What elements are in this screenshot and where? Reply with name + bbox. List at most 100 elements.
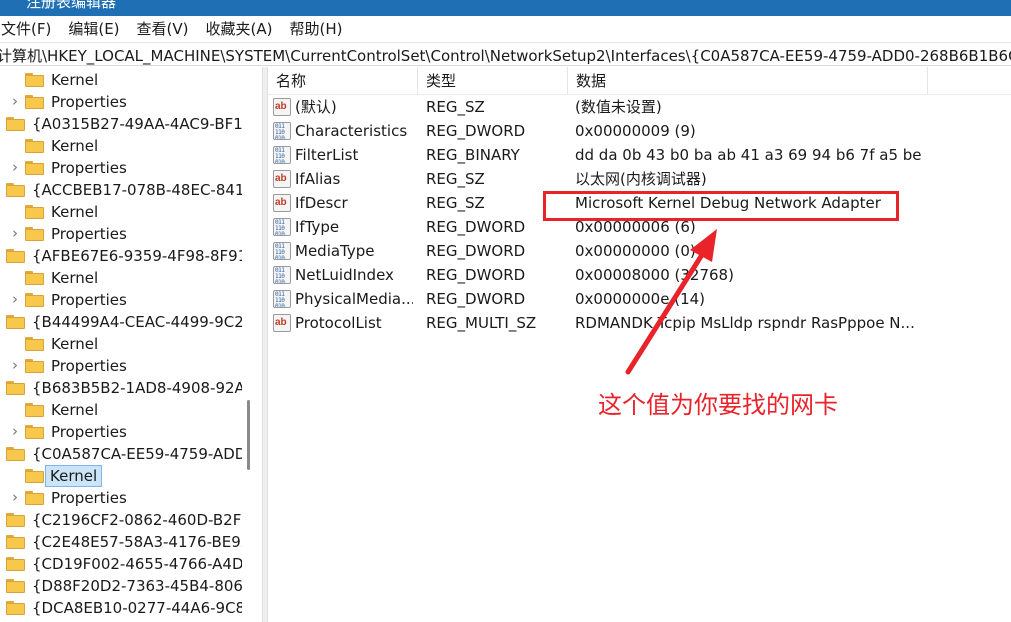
- value-name: NetLuidIndex: [295, 266, 394, 284]
- menu-bar: 文件(F) 编辑(E) 查看(V) 收藏夹(A) 帮助(H): [0, 16, 1011, 41]
- column-header-type[interactable]: 类型: [418, 67, 568, 95]
- chevron-right-icon[interactable]: ›: [12, 160, 22, 175]
- value-row[interactable]: ab IfAlias REG_SZ 以太网(内核调试器): [268, 167, 1011, 191]
- menu-view[interactable]: 查看(V): [134, 18, 197, 39]
- tree-node-label: Properties: [51, 225, 127, 243]
- tree-node[interactable]: Kernel: [0, 135, 242, 157]
- tree-node[interactable]: Kernel: [0, 267, 242, 289]
- tree-node-label: {A0315B27-49AA-4AC9-BF1F: [32, 115, 242, 133]
- tree-node[interactable]: Kernel: [0, 465, 242, 487]
- menu-favorites[interactable]: 收藏夹(A): [203, 18, 281, 39]
- chevron-right-icon[interactable]: ›: [12, 358, 22, 373]
- tree-node[interactable]: › Properties: [0, 355, 242, 377]
- folder-icon: [6, 557, 25, 571]
- tree-node-label: Properties: [51, 423, 127, 441]
- value-type: REG_SZ: [426, 98, 485, 116]
- values-list: 名称 类型 数据 ab (默认) REG_SZ (数值未设置) 011 110 010 Cha…: [268, 67, 1011, 622]
- tree-node[interactable]: {D88F20D2-7363-45B4-806E-: [0, 575, 242, 597]
- tree-node[interactable]: Kernel: [0, 333, 242, 355]
- folder-icon: [25, 293, 44, 307]
- value-type: REG_SZ: [426, 194, 485, 212]
- binary-value-icon: 011 110 010: [273, 122, 291, 140]
- tree-node[interactable]: Kernel: [0, 69, 242, 91]
- chevron-right-icon[interactable]: ›: [12, 292, 22, 307]
- value-data: 0x00000000 (0): [575, 242, 696, 260]
- address-bar[interactable]: 计算机\HKEY_LOCAL_MACHINE\SYSTEM\CurrentCon…: [0, 42, 1011, 66]
- value-row[interactable]: 011 110 010 FilterList REG_BINARY dd da 0b 43…: [268, 143, 1011, 167]
- tree-node-label: {C0A587CA-EE59-4759-ADD(: [32, 445, 242, 463]
- value-name: IfType: [295, 218, 340, 236]
- tree-node[interactable]: {B44499A4-CEAC-4499-9C2F: [0, 311, 242, 333]
- value-type: REG_DWORD: [426, 122, 526, 140]
- tree-node[interactable]: › Properties: [0, 91, 242, 113]
- tree-node[interactable]: › Properties: [0, 421, 242, 443]
- tree-node-label: Properties: [51, 357, 127, 375]
- tree-node[interactable]: {CD19F002-4655-4766-A4D4: [0, 553, 242, 575]
- value-row[interactable]: 011 110 010 NetLuidIndex REG_DWORD 0x00008000…: [268, 263, 1011, 287]
- value-data: 0x0000000e (14): [575, 290, 706, 308]
- value-name: IfAlias: [295, 170, 341, 188]
- tree-node-label: Kernel: [51, 71, 99, 89]
- tree-node[interactable]: {C2196CF2-0862-460D-B2F8-: [0, 509, 242, 531]
- tree-node[interactable]: {B683B5B2-1AD8-4908-92AF: [0, 377, 242, 399]
- column-header-data[interactable]: 数据: [568, 67, 928, 95]
- value-row[interactable]: 011 110 010 Characteristics REG_DWORD 0x00000…: [268, 119, 1011, 143]
- binary-value-icon: 011 110 010: [273, 290, 291, 308]
- tree-node[interactable]: {C0A587CA-EE59-4759-ADD(: [0, 443, 242, 465]
- tree-node-label: Kernel: [51, 401, 99, 419]
- value-data: 以太网(内核调试器): [575, 170, 707, 188]
- folder-icon: [25, 469, 44, 483]
- tree-node-label: {CD19F002-4655-4766-A4D4: [32, 555, 242, 573]
- folder-icon: [6, 535, 25, 549]
- registry-tree[interactable]: Kernel › Properties {A0315B27-49AA-4AC9-BF1…: [0, 67, 242, 622]
- tree-node-label: {C2E48E57-58A3-4176-BE95-: [32, 533, 242, 551]
- value-type: REG_MULTI_SZ: [426, 314, 537, 332]
- value-name: PhysicalMedia...: [295, 290, 413, 308]
- tree-node-label: Properties: [51, 159, 127, 177]
- menu-help[interactable]: 帮助(H): [286, 18, 350, 39]
- value-data: 0x00008000 (32768): [575, 266, 734, 284]
- column-header-name[interactable]: 名称: [268, 67, 418, 95]
- chevron-right-icon[interactable]: ›: [12, 94, 22, 109]
- folder-icon: [6, 315, 25, 329]
- folder-icon: [25, 139, 44, 153]
- tree-scrollbar[interactable]: [247, 400, 250, 470]
- tree-node[interactable]: {A0315B27-49AA-4AC9-BF1F: [0, 113, 242, 135]
- tree-node[interactable]: Kernel: [0, 399, 242, 421]
- tree-node[interactable]: {ACCBEB17-078B-48EC-841D: [0, 179, 242, 201]
- value-type: REG_DWORD: [426, 218, 526, 236]
- string-value-icon: ab: [273, 98, 291, 116]
- chevron-right-icon[interactable]: ›: [12, 490, 22, 505]
- menu-edit[interactable]: 编辑(E): [65, 18, 127, 39]
- chevron-right-icon[interactable]: ›: [12, 226, 22, 241]
- value-row[interactable]: 011 110 010 PhysicalMedia... REG_DWORD 0x0000…: [268, 287, 1011, 311]
- chevron-right-icon[interactable]: ›: [12, 424, 22, 439]
- tree-node[interactable]: {DCA8EB10-0277-44A6-9C8B: [0, 597, 242, 619]
- folder-icon: [25, 205, 44, 219]
- folder-icon: [25, 271, 44, 285]
- value-row[interactable]: ab (默认) REG_SZ (数值未设置): [268, 95, 1011, 119]
- value-data: (数值未设置): [575, 98, 662, 116]
- tree-node[interactable]: › Properties: [0, 223, 242, 245]
- tree-node[interactable]: {C2E48E57-58A3-4176-BE95-: [0, 531, 242, 553]
- list-header: 名称 类型 数据: [268, 67, 1011, 95]
- tree-node[interactable]: Kernel: [0, 201, 242, 223]
- folder-icon: [25, 425, 44, 439]
- menu-file[interactable]: 文件(F): [0, 18, 59, 39]
- folder-icon: [25, 403, 44, 417]
- tree-node[interactable]: {AFBE67E6-9359-4F98-8F91-: [0, 245, 242, 267]
- tree-node[interactable]: › Properties: [0, 289, 242, 311]
- tree-node[interactable]: › Properties: [0, 487, 242, 509]
- value-row[interactable]: ab ProtocolList REG_MULTI_SZ RDMANDK Tcpip …: [268, 311, 1011, 335]
- value-type: REG_SZ: [426, 170, 485, 188]
- binary-value-icon: 011 110 010: [273, 266, 291, 284]
- tree-node[interactable]: › Properties: [0, 157, 242, 179]
- tree-node-label: {B683B5B2-1AD8-4908-92AF: [32, 379, 242, 397]
- tree-node-label: Kernel: [51, 269, 99, 287]
- value-row[interactable]: 011 110 010 MediaType REG_DWORD 0x00000000 (0…: [268, 239, 1011, 263]
- folder-icon: [25, 161, 44, 175]
- binary-value-icon: 011 110 010: [273, 146, 291, 164]
- folder-icon: [25, 337, 44, 351]
- value-name: MediaType: [295, 242, 375, 260]
- tree-node-label: Properties: [51, 93, 127, 111]
